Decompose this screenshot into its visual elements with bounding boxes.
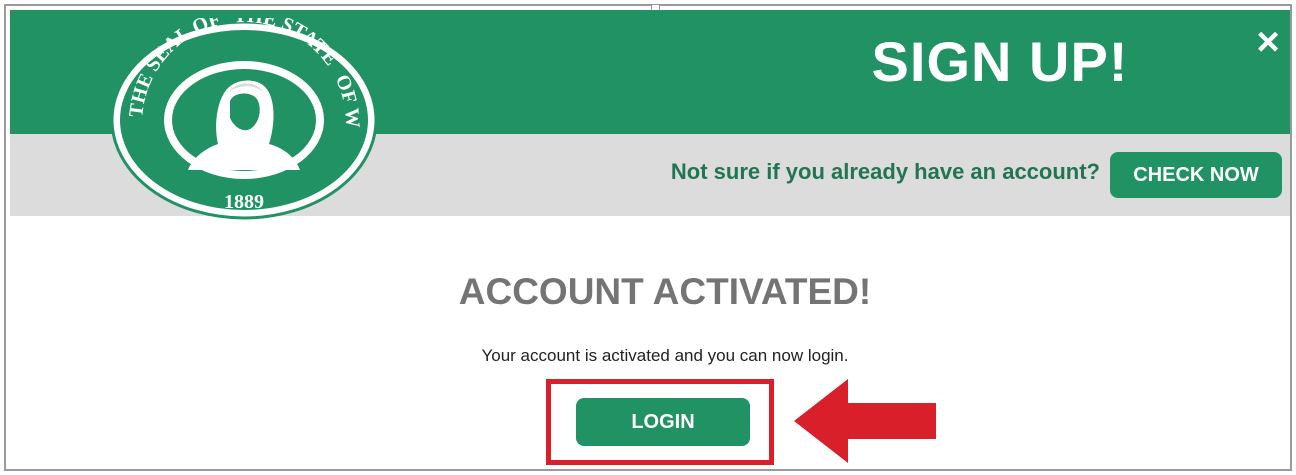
activation-heading: ACCOUNT ACTIVATED! — [458, 271, 872, 312]
login-highlight-box — [546, 379, 774, 465]
account-check-question: Not sure if you already have an account? — [670, 159, 1100, 184]
activation-message: Your account is activated and you can no… — [481, 346, 849, 365]
seal-year: 1889 — [224, 191, 264, 213]
page-title: SIGN UP! — [871, 30, 1129, 93]
state-seal-icon: THE SEAL OF THE STATE OF WASHINGTON 1889 — [104, 18, 378, 220]
check-now-button[interactable]: CHECK NOW — [1110, 152, 1282, 198]
close-icon[interactable]: × — [1248, 22, 1288, 62]
left-arrow-icon — [794, 379, 936, 463]
